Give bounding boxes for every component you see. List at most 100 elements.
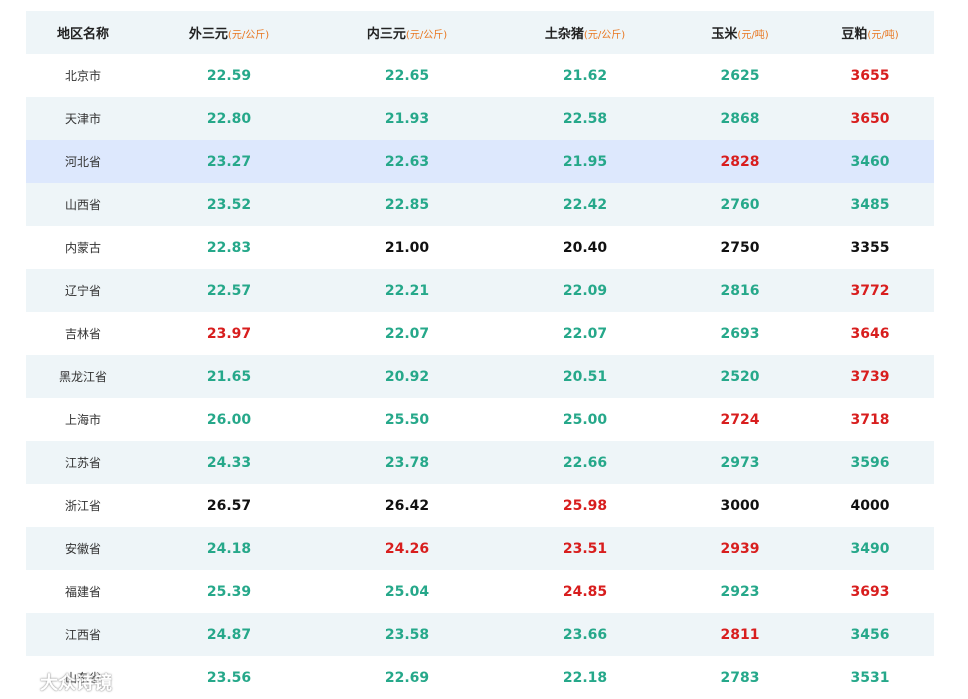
price-cell: 25.04 bbox=[384, 583, 430, 600]
table-row[interactable]: 安徽省 24.18 24.26 23.51 2939 3490 bbox=[26, 527, 934, 570]
table-row[interactable]: 天津市 22.80 21.93 22.58 2868 3650 bbox=[26, 97, 934, 140]
price-cell: 22.21 bbox=[384, 282, 430, 299]
price-cell: 3596 bbox=[850, 454, 890, 471]
price-cell: 3650 bbox=[850, 110, 890, 127]
region-cell: 浙江省 bbox=[64, 499, 101, 513]
table-row[interactable]: 福建省 25.39 25.04 24.85 2923 3693 bbox=[26, 570, 934, 613]
price-cell: 22.58 bbox=[562, 110, 608, 127]
price-cell: 22.80 bbox=[206, 110, 252, 127]
price-cell: 23.56 bbox=[206, 669, 252, 686]
price-cell: 4000 bbox=[850, 497, 890, 514]
price-cell: 24.26 bbox=[384, 540, 430, 557]
price-cell: 3772 bbox=[850, 282, 890, 299]
price-table: 地区名称 外三元(元/公斤) 内三元(元/公斤) 土杂猪(元/公斤) 玉米(元/… bbox=[26, 11, 934, 699]
price-cell: 24.18 bbox=[206, 540, 252, 557]
price-cell: 23.97 bbox=[206, 325, 252, 342]
price-cell: 23.78 bbox=[384, 454, 430, 471]
price-cell: 23.66 bbox=[562, 626, 608, 643]
price-cell: 2783 bbox=[720, 669, 760, 686]
price-cell: 23.58 bbox=[384, 626, 430, 643]
table-row[interactable]: 山西省 23.52 22.85 22.42 2760 3485 bbox=[26, 183, 934, 226]
price-cell: 22.07 bbox=[562, 325, 608, 342]
price-cell: 23.51 bbox=[562, 540, 608, 557]
price-cell: 20.92 bbox=[384, 368, 430, 385]
table-row[interactable]: 河北省 23.27 22.63 21.95 2828 3460 bbox=[26, 140, 934, 183]
price-cell: 26.42 bbox=[384, 497, 430, 514]
region-cell: 福建省 bbox=[64, 585, 101, 599]
price-cell: 24.87 bbox=[206, 626, 252, 643]
header-neisanyuan: 内三元(元/公斤) bbox=[366, 27, 448, 42]
price-cell: 22.59 bbox=[206, 67, 252, 84]
table-row[interactable]: 辽宁省 22.57 22.21 22.09 2816 3772 bbox=[26, 269, 934, 312]
price-cell: 3355 bbox=[850, 239, 890, 256]
price-cell: 2816 bbox=[720, 282, 760, 299]
header-doupo: 豆粕(元/吨) bbox=[841, 27, 899, 42]
price-cell: 26.00 bbox=[206, 411, 252, 428]
price-cell: 23.27 bbox=[206, 153, 252, 170]
price-cell: 3460 bbox=[850, 153, 890, 170]
price-cell: 3531 bbox=[850, 669, 890, 686]
region-cell: 天津市 bbox=[64, 112, 101, 126]
table-row[interactable]: 上海市 26.00 25.50 25.00 2724 3718 bbox=[26, 398, 934, 441]
price-cell: 22.57 bbox=[206, 282, 252, 299]
price-cell: 21.62 bbox=[562, 67, 608, 84]
price-cell: 22.07 bbox=[384, 325, 430, 342]
price-cell: 2760 bbox=[720, 196, 760, 213]
price-cell: 3739 bbox=[850, 368, 890, 385]
price-cell: 2520 bbox=[720, 368, 760, 385]
region-cell: 江苏省 bbox=[64, 456, 101, 470]
table-row[interactable]: 吉林省 23.97 22.07 22.07 2693 3646 bbox=[26, 312, 934, 355]
region-cell: 河北省 bbox=[64, 155, 101, 169]
table-row[interactable]: 山东省 23.56 22.69 22.18 2783 3531 bbox=[26, 656, 934, 699]
price-cell: 22.42 bbox=[562, 196, 608, 213]
price-cell: 22.83 bbox=[206, 239, 252, 256]
price-cell: 24.33 bbox=[206, 454, 252, 471]
price-cell: 22.65 bbox=[384, 67, 430, 84]
price-cell: 2724 bbox=[720, 411, 760, 428]
header-waisanyuan: 外三元(元/公斤) bbox=[188, 27, 270, 42]
region-cell: 北京市 bbox=[64, 69, 101, 83]
price-cell: 3655 bbox=[850, 67, 890, 84]
region-cell: 上海市 bbox=[64, 413, 101, 427]
watermark-text: 大众诗镜 bbox=[40, 673, 112, 694]
price-cell: 26.57 bbox=[206, 497, 252, 514]
price-cell: 3646 bbox=[850, 325, 890, 342]
table-row[interactable]: 黑龙江省 21.65 20.92 20.51 2520 3739 bbox=[26, 355, 934, 398]
price-cell: 22.18 bbox=[562, 669, 608, 686]
price-cell: 2693 bbox=[720, 325, 760, 342]
table-row[interactable]: 江西省 24.87 23.58 23.66 2811 3456 bbox=[26, 613, 934, 656]
region-cell: 安徽省 bbox=[64, 542, 101, 556]
price-cell: 22.09 bbox=[562, 282, 608, 299]
price-cell: 24.85 bbox=[562, 583, 608, 600]
price-cell: 3490 bbox=[850, 540, 890, 557]
price-cell: 3718 bbox=[850, 411, 890, 428]
price-cell: 21.65 bbox=[206, 368, 252, 385]
price-cell: 3693 bbox=[850, 583, 890, 600]
table-row[interactable]: 北京市 22.59 22.65 21.62 2625 3655 bbox=[26, 54, 934, 97]
region-cell: 辽宁省 bbox=[64, 284, 101, 298]
price-cell: 20.40 bbox=[562, 239, 608, 256]
header-yumi: 玉米(元/吨) bbox=[711, 27, 769, 42]
price-cell: 21.93 bbox=[384, 110, 430, 127]
price-cell: 21.95 bbox=[562, 153, 608, 170]
price-cell: 2939 bbox=[720, 540, 760, 557]
table-row[interactable]: 江苏省 24.33 23.78 22.66 2973 3596 bbox=[26, 441, 934, 484]
price-cell: 22.69 bbox=[384, 669, 430, 686]
price-cell: 22.66 bbox=[562, 454, 608, 471]
table-row[interactable]: 内蒙古 22.83 21.00 20.40 2750 3355 bbox=[26, 226, 934, 269]
header-tuzazhu: 土杂猪(元/公斤) bbox=[544, 27, 626, 42]
price-cell: 3000 bbox=[720, 497, 760, 514]
price-cell: 2973 bbox=[720, 454, 760, 471]
price-cell: 2923 bbox=[720, 583, 760, 600]
region-cell: 黑龙江省 bbox=[58, 370, 107, 384]
watermark: 大众诗镜 bbox=[6, 669, 112, 695]
table-row[interactable]: 浙江省 26.57 26.42 25.98 3000 4000 bbox=[26, 484, 934, 527]
price-cell: 20.51 bbox=[562, 368, 608, 385]
price-cell: 25.50 bbox=[384, 411, 430, 428]
price-cell: 25.00 bbox=[562, 411, 608, 428]
price-cell: 3485 bbox=[850, 196, 890, 213]
region-cell: 江西省 bbox=[64, 628, 101, 642]
region-cell: 吉林省 bbox=[64, 327, 101, 341]
price-cell: 2750 bbox=[720, 239, 760, 256]
price-cell: 25.39 bbox=[206, 583, 252, 600]
